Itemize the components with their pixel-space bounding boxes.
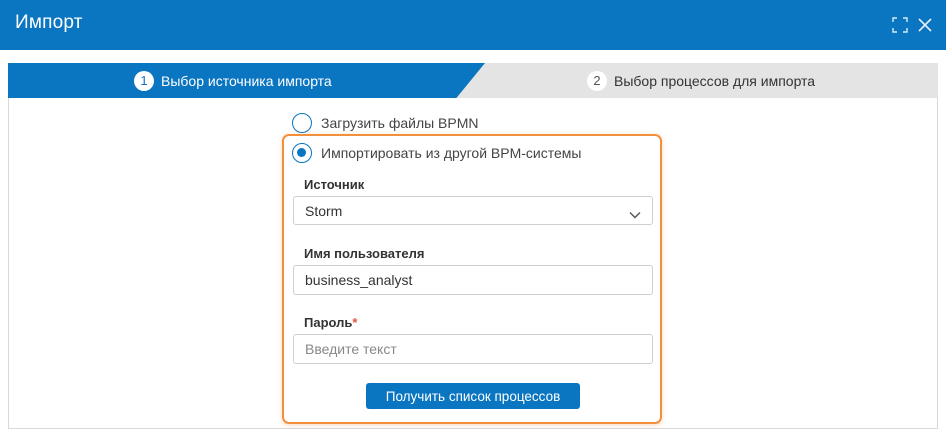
step-select-source[interactable]: 1 Выбор источника импорта: [8, 63, 485, 98]
step-select-processes[interactable]: 2 Выбор процессов для импорта: [448, 63, 938, 98]
required-marker: *: [352, 315, 358, 330]
radio-label: Импортировать из другой BPM-системы: [321, 145, 582, 161]
radio-button[interactable]: [292, 143, 312, 163]
wizard-steps: 2 Выбор процессов для импорта 1 Выбор ис…: [8, 63, 938, 98]
step-number: 1: [134, 70, 154, 91]
close-icon[interactable]: [916, 16, 934, 34]
password-input[interactable]: [293, 334, 653, 364]
source-select[interactable]: Storm: [293, 196, 653, 225]
step-number: 2: [587, 70, 607, 91]
expand-icon[interactable]: [891, 16, 909, 34]
dialog-titlebar: Импорт: [0, 0, 946, 50]
username-input[interactable]: [293, 265, 653, 295]
get-process-list-button[interactable]: Получить список процессов: [366, 383, 580, 409]
source-label: Источник: [304, 177, 365, 192]
step-label: Выбор процессов для импорта: [614, 72, 816, 89]
source-select-value: Storm: [305, 202, 343, 219]
radio-label: Загрузить файлы BPMN: [321, 115, 479, 131]
chevron-down-icon: [629, 206, 641, 219]
username-label: Имя пользователя: [304, 246, 425, 261]
radio-button[interactable]: [292, 113, 312, 133]
import-dialog: Импорт 2 Выбор процессов для импорта 1 В…: [0, 0, 946, 440]
radio-import-from-bpm-system[interactable]: Импортировать из другой BPM-системы: [292, 142, 581, 164]
password-label-text: Пароль: [304, 315, 353, 330]
password-label: Пароль*: [304, 315, 357, 330]
step-label: Выбор источника импорта: [161, 72, 332, 89]
radio-upload-bpmn[interactable]: Загрузить файлы BPMN: [292, 112, 479, 134]
dialog-title: Импорт: [15, 12, 83, 33]
